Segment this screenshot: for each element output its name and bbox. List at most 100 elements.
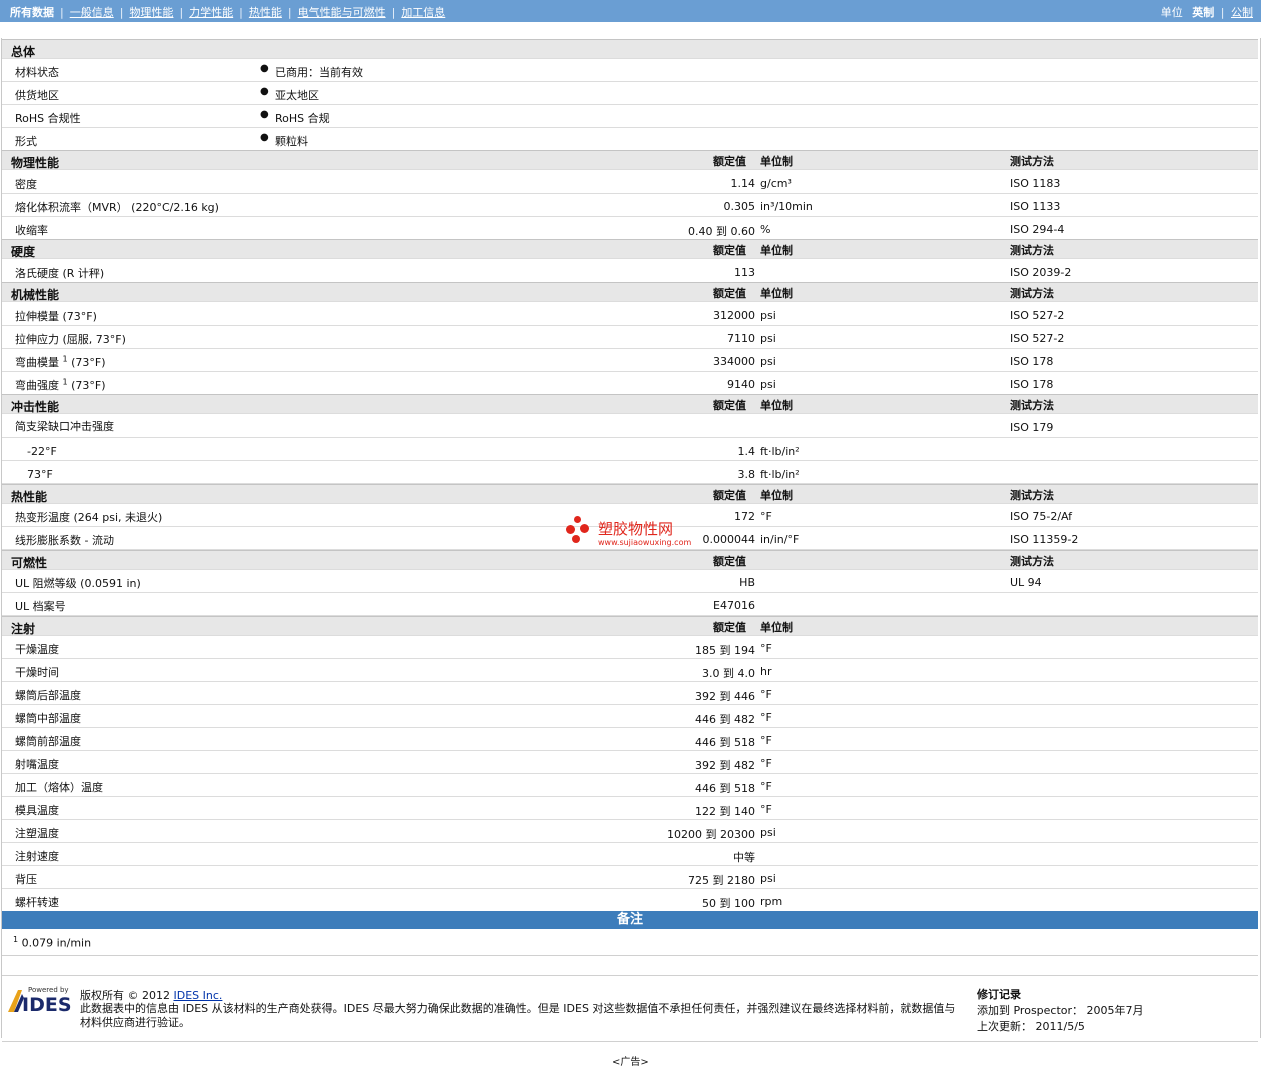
section-header-general: 总体 [2,39,1258,59]
tab-all-data[interactable]: 所有数据 [10,6,54,19]
property-value: 122 到 140 [695,805,755,818]
property-label: 简支梁缺口冲击强度 [15,420,114,433]
test-method: ISO 2039-2 [1010,266,1072,279]
property-label: 模具温度 [15,804,59,817]
table-row: RoHS 合规性 ● RoHS 合规 [2,105,1258,128]
property-unit: ft·lb/in² [760,445,800,458]
test-method: ISO 527-2 [1010,332,1065,345]
table-row: 注射速度 中等 [2,843,1258,866]
property-value: 185 到 194 [695,644,755,657]
column-header-value: 额定值 [713,244,746,257]
footnote-marker: 1 [62,377,68,387]
bullet-icon: ● [260,132,269,143]
tab-electrical-flammability[interactable]: 电气性能与可燃性 [298,6,386,19]
column-header-value: 额定值 [713,399,746,412]
property-name: 弯曲强度 [15,379,59,392]
ad-label: <广告> [612,1057,649,1068]
revision-updated: 上次更新： 2011/5/5 [977,1020,1085,1033]
property-unit: °F [760,734,772,747]
unit-switcher: 单位 英制 | 公制 [1161,4,1253,20]
tab-mechanical[interactable]: 力学性能 [189,6,233,19]
property-value: 392 到 446 [695,690,755,703]
unit-metric-link[interactable]: 公制 [1231,6,1253,19]
table-row: 密度 1.14 g/cm³ ISO 1183 [2,171,1258,194]
copyright-text: 版权所有 © 2012 [80,989,170,1002]
section-header-mechanical: 机械性能 额定值 单位制 测试方法 [2,282,1258,302]
property-value: 9140 [727,378,755,391]
property-label: 射嘴温度 [15,758,59,771]
ides-link[interactable]: IDES Inc. [174,989,223,1002]
dot-icon [572,535,580,543]
column-header-unit: 单位制 [760,155,793,168]
footnote-marker: 1 [62,354,68,364]
table-row: 拉伸模量 (73°F) 312000 psi ISO 527-2 [2,303,1258,326]
property-label: RoHS 合规性 [15,112,81,125]
property-value: 7110 [727,332,755,345]
table-row: 注塑温度 10200 到 20300 psi [2,820,1258,843]
dot-icon [574,516,581,523]
table-row: 模具温度 122 到 140 °F [2,797,1258,820]
tab-physical[interactable]: 物理性能 [129,6,173,19]
watermark-url: www.sujiaowuxing.com [598,538,692,547]
property-unit: psi [760,309,776,322]
property-unit: °F [760,803,772,816]
bullet-icon: ● [260,63,269,74]
property-value: 725 到 2180 [688,874,755,887]
property-unit: psi [760,826,776,839]
test-method: ISO 11359-2 [1010,533,1079,546]
divider [2,975,1258,976]
column-header-test: 测试方法 [1010,287,1054,300]
units-label: 单位 [1160,6,1183,19]
column-header-test: 测试方法 [1010,399,1054,412]
tab-general-info[interactable]: 一般信息 [70,6,114,19]
section-title: 硬度 [11,245,36,259]
section-header-impact: 冲击性能 额定值 单位制 测试方法 [2,394,1258,414]
property-value: 中等 [733,851,755,864]
table-row: 干燥时间 3.0 到 4.0 hr [2,659,1258,682]
test-method: UL 94 [1010,576,1042,589]
property-value: 1.4 [737,445,756,458]
bullet-icon: ● [260,109,269,120]
property-label: 注射速度 [15,850,59,863]
property-value: E47016 [713,599,755,612]
property-value: 50 到 100 [702,897,755,910]
unit-separator: | [1220,6,1225,19]
test-method: ISO 1183 [1010,177,1061,190]
property-label: 供货地区 [15,89,59,102]
column-header-unit: 单位制 [760,489,793,502]
property-value: 446 到 518 [695,736,755,749]
property-label: 背压 [15,873,37,886]
table-row: 干燥温度 185 到 194 °F [2,636,1258,659]
column-header-value: 额定值 [713,287,746,300]
section-title: 热性能 [11,490,48,504]
property-unit: psi [760,332,776,345]
table-row: 简支梁缺口冲击强度 ISO 179 [2,415,1258,438]
property-label: 洛氏硬度 (R 计秤) [15,267,105,280]
footnote-text: 0.079 in/min [21,936,92,950]
tab-separator: | [391,6,396,19]
unit-imperial[interactable]: 英制 [1192,6,1214,19]
section-title: 可燃性 [11,556,48,570]
property-value: 颗粒料 [275,135,308,148]
bullet-icon: ● [260,86,269,97]
property-unit: °F [760,711,772,724]
tab-processing[interactable]: 加工信息 [401,6,445,19]
test-method: ISO 527-2 [1010,309,1065,322]
column-header-test: 测试方法 [1010,155,1054,168]
property-label: 73°F [27,468,53,481]
property-unit: % [760,223,771,236]
property-label: 熔化体积流率（MVR） (220°C/2.16 kg) [15,201,219,214]
column-header-unit: 单位制 [760,399,793,412]
table-row: 材料状态 ● 已商用：当前有效 [2,59,1258,82]
table-row: 加工（熔体）温度 446 到 518 °F [2,774,1258,797]
tab-thermal[interactable]: 热性能 [249,6,282,19]
tab-separator: | [60,6,64,19]
logo-name: IDES [22,994,72,1016]
watermark-text: 塑胶物性网 [598,520,674,538]
property-label: 拉伸模量 (73°F) [15,310,97,323]
footnote-marker: 1 [13,935,19,944]
table-row: 收缩率 0.40 到 0.60 % ISO 294-4 [2,217,1258,240]
property-value: 3.8 [737,468,756,481]
property-condition: (73°F) [71,379,106,392]
property-label: 拉伸应力 (屈服, 73°F) [15,333,126,346]
